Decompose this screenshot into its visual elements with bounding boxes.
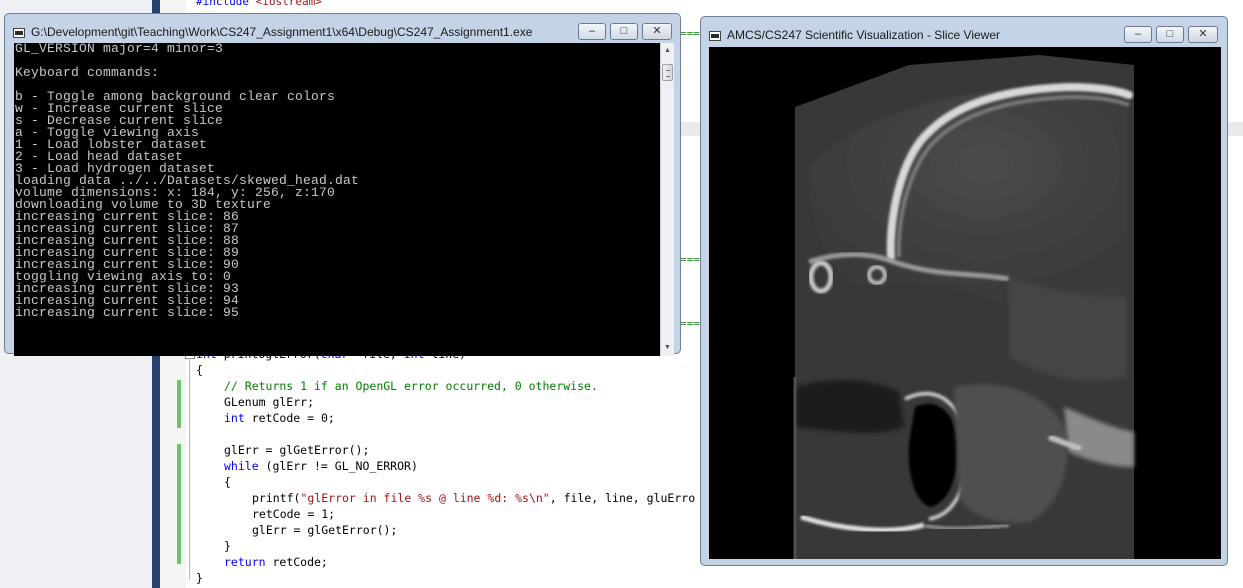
code-token: (glErr != GL_NO_ERROR)	[258, 459, 418, 473]
code-token: printf(	[252, 491, 301, 505]
viewer-app-icon[interactable]	[709, 31, 721, 41]
maximize-button[interactable]: □	[1156, 26, 1184, 43]
console-window-title: G:\Development\git\Teaching\Work\CS247_A…	[31, 25, 533, 39]
console-text: GL_VERSION major=4 minor=3 Keyboard comm…	[14, 43, 660, 319]
change-marker	[177, 444, 181, 564]
code-token: while	[224, 459, 259, 473]
code-line[interactable]: }	[196, 570, 203, 586]
minimize-button[interactable]: –	[1124, 26, 1152, 43]
include-keyword: #include	[196, 0, 249, 8]
viewer-titlebar[interactable]: AMCS/CS247 Scientific Visualization - Sl…	[701, 17, 1227, 49]
code-line[interactable]: glErr = glGetError();	[252, 522, 397, 538]
code-line[interactable]: glErr = glGetError();	[224, 442, 369, 458]
ct-head-slice-image	[793, 55, 1134, 559]
code-line[interactable]: while (glErr != GL_NO_ERROR)	[224, 458, 418, 474]
code-token: "glError in file %s @ line %d: %s\n"	[300, 491, 550, 505]
code-line[interactable]: retCode = 1;	[252, 506, 335, 522]
change-marker	[177, 380, 181, 428]
scroll-down-icon[interactable]: ▼	[662, 342, 673, 354]
airway-dark	[795, 380, 904, 433]
code-line[interactable]: int retCode = 0;	[224, 410, 335, 426]
include-line: #include <iostream>	[196, 0, 322, 8]
scroll-thumb[interactable]	[662, 64, 673, 81]
code-line[interactable]: {	[196, 362, 203, 378]
outline-guide	[189, 358, 190, 580]
slice-viewer-window[interactable]: AMCS/CS247 Scientific Visualization - Sl…	[700, 16, 1228, 566]
slice-render-canvas[interactable]	[709, 47, 1221, 559]
minimize-button[interactable]: –	[578, 23, 606, 40]
console-app-icon[interactable]	[13, 28, 25, 38]
separator-dashes: ===	[680, 253, 700, 266]
console-window[interactable]: G:\Development\git\Teaching\Work\CS247_A…	[4, 13, 681, 356]
console-output[interactable]: GL_VERSION major=4 minor=3 Keyboard comm…	[14, 43, 660, 356]
code-token: retCode;	[265, 555, 328, 569]
code-line[interactable]: }	[224, 538, 231, 554]
console-line: Keyboard commands:	[15, 65, 160, 80]
console-titlebar[interactable]: G:\Development\git\Teaching\Work\CS247_A…	[5, 14, 680, 46]
close-button[interactable]: ✕	[642, 23, 672, 40]
separator-dashes: ===	[680, 27, 700, 40]
code-token: int	[224, 411, 245, 425]
code-line[interactable]: GLenum glErr;	[224, 394, 314, 410]
code-token: retCode = 0;	[244, 411, 335, 425]
code-comment[interactable]: // Returns 1 if an OpenGL error occurred…	[224, 378, 598, 394]
scroll-up-icon[interactable]: ▲	[662, 45, 673, 57]
code-token: return	[224, 555, 266, 569]
code-line[interactable]: {	[224, 474, 231, 490]
separator-dashes: ===	[680, 317, 700, 330]
code-line[interactable]: return retCode;	[224, 554, 328, 570]
console-line: increasing current slice: 95	[15, 305, 240, 320]
maximize-button[interactable]: □	[610, 23, 638, 40]
code-line[interactable]: printf("glError in file %s @ line %d: %s…	[252, 490, 695, 506]
console-line: GL_VERSION major=4 minor=3	[15, 43, 224, 56]
close-button[interactable]: ✕	[1188, 26, 1218, 43]
viewer-window-title: AMCS/CS247 Scientific Visualization - Sl…	[727, 28, 1001, 42]
code-token: , file, line, gluErro	[549, 491, 696, 505]
console-scrollbar[interactable]: ▲ ▼	[660, 43, 674, 356]
include-header: <iostream>	[255, 0, 322, 8]
